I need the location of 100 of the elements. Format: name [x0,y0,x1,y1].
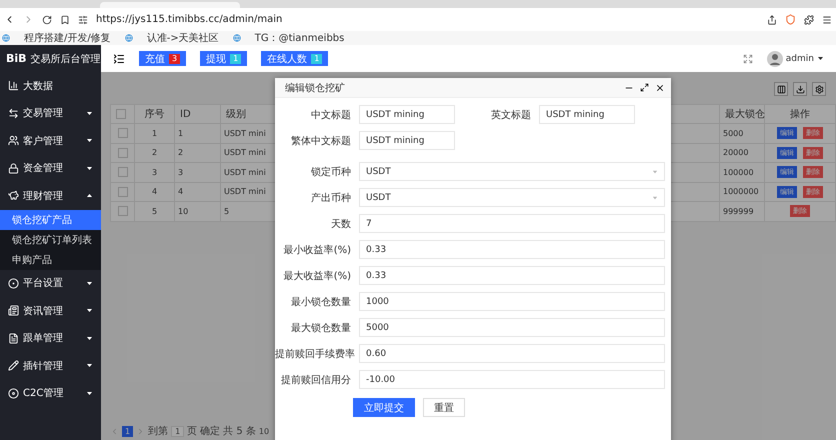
input-field[interactable]: USDT mining [359,105,455,124]
select-field[interactable]: USDT [359,162,665,181]
dialog-title: 编辑锁仓挖矿 [285,82,346,94]
page-size[interactable]: 10 [258,426,270,436]
sliders-icon[interactable] [78,14,88,24]
input-field[interactable]: -10.00 [359,370,665,389]
input-field[interactable]: 1000 [359,292,665,311]
goto-label: 到第 [148,425,168,438]
table-cell: 999999 [720,202,764,221]
export-button[interactable] [793,82,807,96]
table-cell: 4 [134,182,174,202]
caret-down-icon [86,334,93,342]
nav-button[interactable]: 提现 1 [200,51,248,66]
input-field[interactable]: 0.33 [359,240,665,259]
table-cell: 2 [174,143,220,162]
bookmark-link[interactable]: 认准->天美社区 [146,31,219,45]
caret-down-icon [86,362,93,370]
settings-button[interactable] [812,82,826,96]
menu-item[interactable]: C2C管理 [0,380,101,407]
bookmark-link[interactable]: 程序搭建/开发/修复 [24,31,111,45]
field-label: 锁定币种 [310,166,352,178]
checkbox[interactable] [118,167,128,178]
disc-icon [8,388,19,399]
puzzle-icon[interactable] [804,14,814,24]
menu-item[interactable]: 客户管理 [0,127,101,154]
table-cell: 2 [134,143,174,162]
reset-button[interactable]: 重置 [423,398,465,417]
column-header: 最大锁仓 [720,104,764,124]
menu-item[interactable]: 交易管理 [0,100,101,127]
globe-icon [124,34,133,42]
table-cell: 5 [134,202,174,221]
menu-item[interactable]: 大数据 [0,72,101,100]
checkbox[interactable] [118,128,128,138]
menu-item[interactable]: 理财管理 [0,182,101,210]
menu-item[interactable]: 跟单管理 [0,324,101,352]
menu-item[interactable]: 插针管理 [0,352,101,380]
fullscreen-icon[interactable] [742,54,753,64]
table-cell: 100000 [720,162,764,182]
users-icon [8,135,19,146]
user-name[interactable]: admin [786,54,814,64]
menu-item[interactable]: 资金管理 [0,154,101,182]
submit-button[interactable]: 立即提交 [353,398,415,417]
page-unit: 页 [187,425,198,438]
avatar-icon [766,50,783,66]
globe-icon [232,34,241,42]
confirm-button[interactable]: 确定 [200,424,220,438]
maximize-icon[interactable] [640,83,649,92]
field-label: 最小收益率(%) [282,244,352,256]
table-cell: 1 [134,124,174,143]
field-label: 产出币种 [310,192,352,204]
bookmark-link[interactable]: TG：@tianmeibbs [254,31,344,45]
bookmark-icon[interactable] [60,14,70,24]
arrows-icon [8,108,19,119]
caret-up-icon [86,192,93,200]
count-badge: 1 [311,54,322,64]
lock-icon [8,162,19,174]
input-field[interactable]: 0.33 [359,266,665,285]
input-field[interactable]: 5000 [359,318,665,337]
address-bar[interactable]: https://jys115.timibbs.cc/admin/main [96,14,759,25]
page-button[interactable]: 1 [122,426,134,436]
nav-button[interactable]: 充值 3 [139,51,186,66]
piggy-bank-icon [8,190,19,202]
app-title: 交易所后台管理 [30,52,101,66]
caret-down-icon [86,110,93,117]
columns-button[interactable] [774,82,788,96]
column-header: 操作 [764,104,836,124]
field-label: 提前赎回手续费率 [275,348,356,360]
reload-icon[interactable] [42,14,52,24]
field-label: 英文标题 [490,108,532,122]
table-cell: 20000 [720,143,764,162]
field-label: 提前赎回信用分 [280,374,352,386]
menu-item[interactable]: 平台设置 [0,270,101,297]
input-field[interactable]: 0.60 [359,344,665,363]
table-cell: 5000 [720,124,764,143]
input-field[interactable]: USDT mining [359,131,455,150]
chart-icon [8,80,19,92]
page-input[interactable]: 1 [171,426,184,436]
menu-icon[interactable] [822,14,832,24]
share-icon[interactable] [767,14,777,24]
field-label: 最大收益率(%) [282,270,352,282]
select-field[interactable]: USDT [359,188,665,207]
column-header: 序号 [134,104,174,124]
close-icon[interactable] [655,82,665,92]
menu-item[interactable]: 资讯管理 [0,297,101,324]
checkbox[interactable] [116,108,126,119]
field-label: 最大锁仓数量 [290,322,352,334]
checkbox[interactable] [118,148,128,158]
submenu-item[interactable]: 申购产品 [0,250,101,270]
input-field[interactable]: 7 [359,214,665,233]
nav-button[interactable]: 在线人数 1 [261,51,328,66]
submenu-item[interactable]: 锁仓挖矿订单列表 [0,230,101,250]
checkbox[interactable] [118,206,128,216]
pencil-icon [8,360,19,372]
shield-icon[interactable] [785,14,796,25]
checkbox[interactable] [118,186,128,197]
menu-icon[interactable] [113,52,125,64]
document-icon [8,332,19,344]
input-field[interactable]: USDT mining [539,105,635,124]
count-badge: 3 [169,54,180,64]
submenu-item[interactable]: 锁仓挖矿产品 [0,210,101,230]
